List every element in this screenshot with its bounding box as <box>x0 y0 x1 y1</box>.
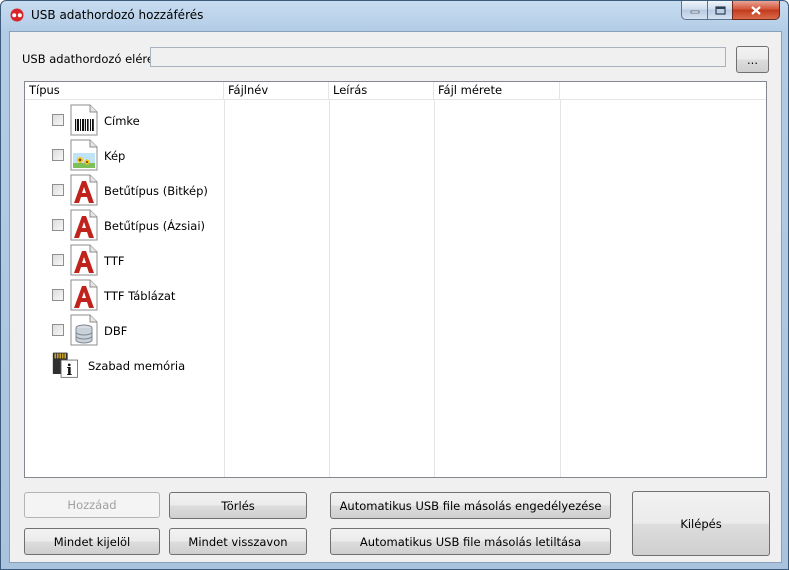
item-checkbox[interactable] <box>52 324 64 336</box>
column-filename[interactable]: Fájlnév <box>224 82 329 99</box>
usb-path-input[interactable] <box>150 47 726 67</box>
font-file-icon <box>70 174 98 206</box>
memory-card-icon: i <box>52 352 78 379</box>
item-checkbox[interactable] <box>52 114 64 126</box>
item-label: DBF <box>104 324 128 338</box>
title-bar[interactable]: USB adathordozó hozzáférés <box>1 1 788 29</box>
list-item[interactable]: TTF <box>25 243 225 277</box>
window-title: USB adathordozó hozzáférés <box>31 8 204 22</box>
file-list[interactable]: Típus Fájlnév Leírás Fájl mérete Címke K… <box>24 81 767 478</box>
maximize-button[interactable] <box>707 1 733 20</box>
dialog-content: USB adathordozó elérés ... Típus Fájlnév… <box>9 31 782 563</box>
list-item[interactable]: DBF <box>25 313 225 347</box>
list-item[interactable]: TTF Táblázat <box>25 278 225 312</box>
svg-text:i: i <box>66 362 72 379</box>
item-label: TTF Táblázat <box>104 289 176 303</box>
list-item[interactable]: Kép <box>25 138 225 172</box>
maximize-icon <box>714 5 726 15</box>
usb-path-label: USB adathordozó elérés <box>22 52 160 66</box>
list-item[interactable]: Betűtípus (Bitkép) <box>25 173 225 207</box>
dialog-window: USB adathordozó hozzáférés USB adathordo… <box>0 0 789 570</box>
item-label: Kép <box>104 149 126 163</box>
auto-copy-enable-button[interactable]: Automatikus USB file másolás engedélyezé… <box>330 492 611 519</box>
close-icon <box>751 5 761 15</box>
barcode-file-icon <box>70 104 98 136</box>
add-button[interactable]: Hozzáad <box>24 492 160 518</box>
item-label: Betűtípus (Bitkép) <box>104 184 208 198</box>
minimize-button[interactable] <box>681 1 708 20</box>
memory-row: i Szabad memória <box>25 348 225 382</box>
item-checkbox[interactable] <box>52 219 64 231</box>
column-divider <box>329 99 330 477</box>
close-button[interactable] <box>732 1 780 20</box>
item-label: TTF <box>104 254 125 268</box>
undo-all-button[interactable]: Mindet visszavon <box>169 528 307 555</box>
list-header: Típus Fájlnév Leírás Fájl mérete <box>25 82 766 100</box>
exit-button[interactable]: Kilépés <box>632 491 770 556</box>
column-divider <box>434 99 435 477</box>
item-checkbox[interactable] <box>52 254 64 266</box>
minimize-icon <box>690 10 699 14</box>
app-logo-icon <box>10 8 24 22</box>
item-checkbox[interactable] <box>52 289 64 301</box>
column-type[interactable]: Típus <box>25 82 224 99</box>
font-file-icon <box>70 279 98 311</box>
column-description[interactable]: Leírás <box>329 82 434 99</box>
memory-label: Szabad memória <box>88 359 186 373</box>
delete-button[interactable]: Törlés <box>169 492 307 519</box>
column-divider <box>560 99 561 477</box>
item-label: Címke <box>104 114 140 128</box>
database-file-icon <box>70 314 98 346</box>
item-label: Betűtípus (Ázsiai) <box>104 219 206 233</box>
auto-copy-disable-button[interactable]: Automatikus USB file másolás letiltása <box>330 528 611 555</box>
select-all-button[interactable]: Mindet kijelöl <box>24 528 160 555</box>
list-item[interactable]: Betűtípus (Ázsiai) <box>25 208 225 242</box>
item-checkbox[interactable] <box>52 149 64 161</box>
list-item[interactable]: Címke <box>25 103 225 137</box>
image-file-icon <box>70 139 98 171</box>
font-file-icon <box>70 209 98 241</box>
font-file-icon <box>70 244 98 276</box>
browse-button[interactable]: ... <box>736 46 769 73</box>
item-checkbox[interactable] <box>52 184 64 196</box>
column-file-size[interactable]: Fájl mérete <box>434 82 560 99</box>
